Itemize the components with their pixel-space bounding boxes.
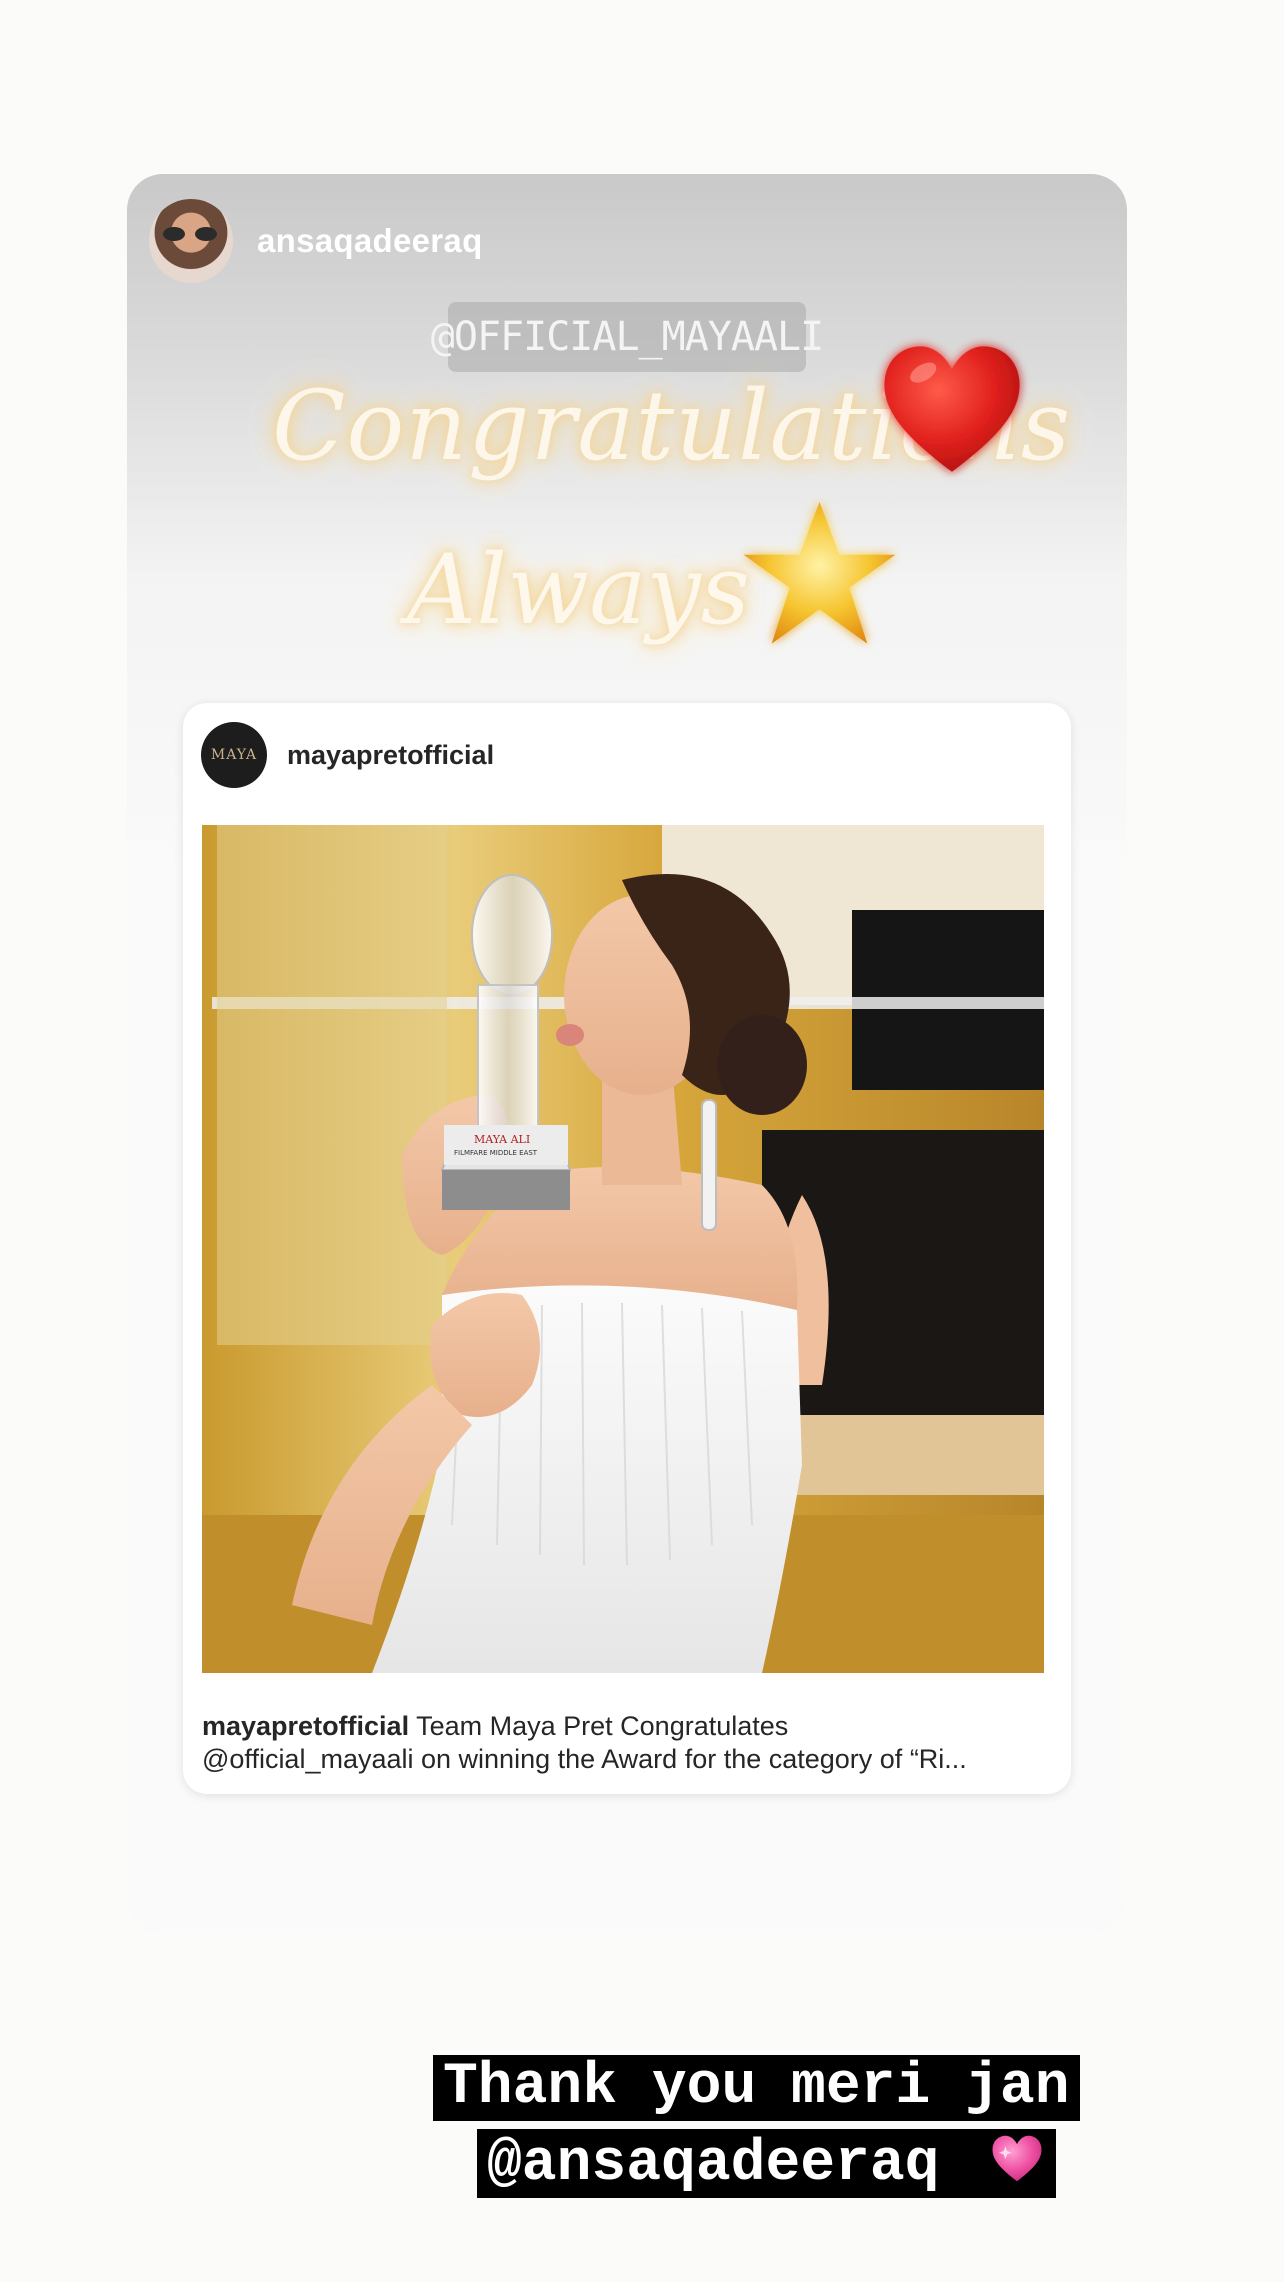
always-text: Always	[407, 534, 750, 646]
post-username[interactable]: mayapretofficial	[287, 740, 494, 771]
award-photo-image	[202, 825, 1044, 1673]
reply-line1: Thank you meri jan	[433, 2055, 1080, 2121]
glowing-star-icon	[743, 501, 896, 644]
post-header: MAYA mayapretofficial	[201, 721, 494, 789]
avatar-logo-text: MAYA	[210, 747, 258, 763]
post-photo[interactable]: MAYA ALI FILMFARE MIDDLE EAST	[202, 825, 1044, 1673]
red-heart-icon	[884, 346, 1020, 472]
caption-username[interactable]: mayapretofficial	[202, 1711, 409, 1741]
story-header: ansaqadeeraq	[149, 196, 483, 286]
trophy-brand: MAYA ALI	[474, 1133, 531, 1146]
post-caption[interactable]: mayapretofficial Team Maya Pret Congratu…	[202, 1710, 1044, 1776]
pink-sparkling-heart-icon	[992, 2135, 1042, 2182]
mention-sticker[interactable]: @OFFICIAL_MAYAALI	[431, 302, 824, 372]
avatar[interactable]	[149, 199, 233, 283]
sunglasses-icon	[163, 227, 219, 241]
caption-text: Team Maya Pret Congratulates	[416, 1711, 789, 1741]
brand-avatar[interactable]: MAYA	[201, 722, 267, 788]
caption-line2: @official_mayaali on winning the Award f…	[202, 1744, 967, 1774]
embedded-post[interactable]: MAYA mayapretofficial MAYA ALI FILMFARE …	[183, 703, 1071, 1794]
story-username[interactable]: ansaqadeeraq	[257, 222, 483, 260]
reply-mention[interactable]: @ansaqadeeraq	[487, 2132, 939, 2197]
reply-line2: @ansaqadeeraq	[477, 2129, 1057, 2198]
trophy-award: FILMFARE MIDDLE EAST	[454, 1149, 538, 1157]
